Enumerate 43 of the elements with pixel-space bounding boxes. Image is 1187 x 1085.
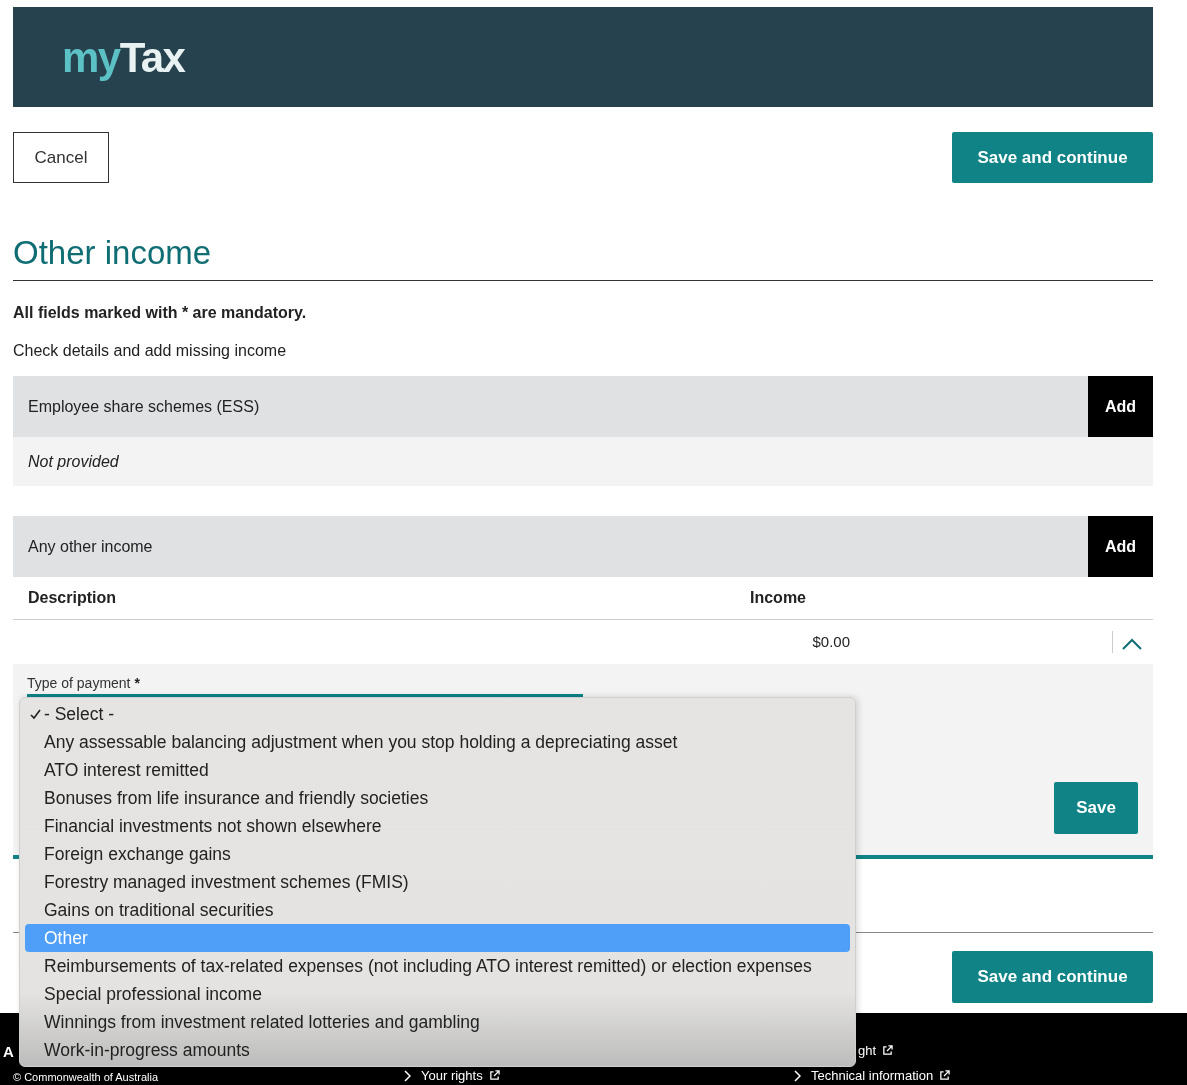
page-title: Other income (13, 233, 213, 273)
copyright-text: © Commonwealth of Australia (13, 1070, 159, 1084)
external-link-icon (882, 1045, 894, 1056)
table-cell-text: $0.00 (811, 631, 850, 652)
dropdown-option[interactable]: - Select - (25, 700, 850, 728)
dropdown-option[interactable]: Winnings from investment related lotteries and gambling (25, 1008, 850, 1036)
column-header: Income (750, 588, 806, 608)
intro-text: Check details and add missing income (13, 341, 288, 361)
dropdown-option[interactable]: Special professional income (25, 980, 850, 1008)
footer-link[interactable]: ght (858, 1043, 877, 1058)
dropdown-option[interactable]: ATO interest remitted (25, 756, 850, 784)
add-button[interactable]: Add (1088, 516, 1153, 577)
checkmark-icon (30, 708, 41, 720)
mytax-logo[interactable]: myTax (62, 25, 185, 89)
dropdown-option[interactable]: Bonuses from life insurance and friendly societies (25, 784, 850, 812)
dropdown-option[interactable]: Financial investments not shown elsewhere (25, 812, 850, 840)
chevron-right-icon (793, 1069, 801, 1082)
dropdown-option[interactable]: Gains on traditional securities (25, 896, 850, 924)
save-button[interactable]: Save (1054, 782, 1138, 834)
footer-heading: A (3, 1043, 14, 1061)
dropdown-option[interactable]: Reimbursements of tax-related expenses (not including ATO interest remitted) or election expenses (25, 952, 850, 980)
cancel-button[interactable]: Cancel (13, 132, 109, 183)
save-and-continue-button[interactable]: Save and continue (952, 951, 1153, 1003)
section-title: Any other income (27, 536, 154, 557)
dropdown-option[interactable]: Work-in-progress amounts (25, 1036, 850, 1064)
field-label: Type of payment (27, 674, 131, 692)
dropdown-option[interactable]: Any assessable balancing adjustment when you stop holding a depreciating asset (25, 728, 850, 756)
dropdown-option[interactable]: Foreign exchange gains (25, 840, 850, 868)
required-mark: * (134, 674, 140, 692)
save-and-continue-button[interactable]: Save and continue (952, 132, 1153, 183)
not-provided-text: Not provided (28, 451, 119, 472)
chevron-right-icon (403, 1069, 411, 1082)
section-title: Employee share schemes (ESS) (27, 396, 261, 417)
external-link-icon (488, 1070, 500, 1081)
footer-link[interactable]: Technical information (811, 1068, 934, 1083)
footer-link[interactable]: Your rights (421, 1068, 483, 1083)
chevron-up-icon[interactable] (1121, 637, 1143, 651)
external-link-icon (939, 1070, 951, 1081)
select-field[interactable] (27, 694, 583, 697)
column-header: Description (27, 588, 117, 608)
mandatory-note: All fields marked with * are mandatory. (13, 303, 308, 323)
dropdown-option[interactable]: Forestry managed investment schemes (FMIS) (25, 868, 850, 896)
add-button[interactable]: Add (1088, 376, 1153, 437)
